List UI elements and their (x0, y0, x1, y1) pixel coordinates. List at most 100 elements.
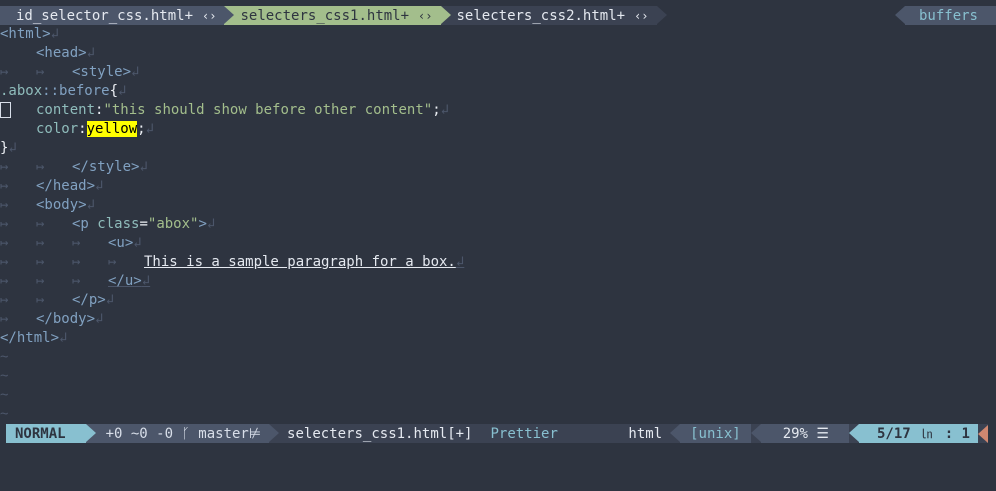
eol-icon: ↲ (59, 330, 68, 346)
code-line: <head>↲ (0, 44, 996, 63)
warning-indicator (978, 424, 988, 443)
eol-icon: ↲ (86, 45, 96, 61)
tab-selecters-css1[interactable]: selecters_css1.html+ ‹› (224, 6, 451, 25)
code-line: ↦ ↦ ↦ ↦ This is a sample paragraph for a box… (0, 253, 996, 272)
cursor-position: 5/17 ㏑: 1 (848, 424, 978, 443)
tab-icon: ↦ (108, 254, 117, 270)
tab-icon: ↦ (72, 235, 81, 251)
code-token: This is a sample paragraph for a box. (144, 254, 456, 270)
scroll-percent: 29% ☰ (750, 424, 849, 443)
code-token: <style> (72, 64, 132, 80)
eol-icon: ↲ (440, 102, 450, 118)
tabline-fill (656, 6, 905, 25)
tab-icon: ↦ (36, 235, 45, 251)
eol-icon: ↲ (139, 159, 148, 175)
file-format: [unix] (670, 424, 751, 443)
tab-icon: ↦ (36, 254, 45, 270)
code-line: }↲ (0, 139, 996, 158)
code-token: content (36, 102, 96, 118)
file-name: selecters_css1.html[+] (287, 425, 473, 442)
code-token: </html> (0, 330, 60, 346)
code-token: </style> (72, 159, 140, 175)
tab-id-selector-css[interactable]: id_selector_css.html+ ‹› (0, 6, 235, 25)
eol-icon: ↲ (131, 64, 140, 80)
eol-icon: ↲ (145, 121, 155, 137)
tab-label: id_selector_css.html+ (16, 7, 194, 24)
code-token: </u> (108, 273, 142, 289)
git-dirty-icon: ⊭ (248, 425, 262, 442)
tab-icon: ↦ (0, 197, 9, 213)
eol-icon: ↲ (95, 311, 104, 327)
formatter-name: Prettier (490, 425, 558, 442)
code-token: <u> (108, 235, 134, 251)
code-token: ; (137, 121, 146, 137)
eol-icon: ↲ (8, 140, 17, 156)
statusline: NORMAL +0 ~0 -0 ᚴ master ⊭ selecters_css1… (6, 424, 988, 443)
tab-icon: ↦ (0, 273, 9, 289)
tab-icon: ↦ (36, 273, 45, 289)
code-brackets-icon: ‹› (202, 8, 217, 23)
code-line: ↦ ↦ </style>↲ (0, 158, 996, 177)
eol-icon: ↲ (86, 197, 96, 213)
empty-line-marker: ~ (0, 349, 9, 365)
tab-icon: ↦ (0, 159, 9, 175)
code-token: { (109, 83, 119, 99)
code-line: .abox::before{↲ (0, 82, 996, 101)
tab-icon: ↦ (72, 254, 81, 270)
code-token: color (36, 121, 79, 137)
tab-separator (440, 6, 451, 24)
code-line: ↦ ↦ </p>↲ (0, 291, 996, 310)
eol-icon: ↲ (141, 273, 151, 289)
code-token: </body> (36, 311, 96, 327)
code-token: ::before (42, 83, 110, 99)
code-line: ↦ </body>↲ (0, 310, 996, 329)
eol-icon: ↲ (118, 83, 127, 99)
git-status: +0 ~0 -0 ᚴ master ⊭ (85, 424, 280, 443)
code-token: > (198, 216, 207, 232)
tab-icon: ↦ (36, 64, 45, 80)
tab-icon: ↦ (36, 159, 45, 175)
eol-icon: ↲ (455, 254, 465, 270)
tabline: id_selector_css.html+ ‹› selecters_css1.… (0, 6, 996, 25)
eol-icon: ↲ (95, 178, 104, 194)
code-token: .abox (0, 83, 43, 99)
eol-icon: ↲ (105, 292, 115, 308)
buffers-indicator[interactable]: buffers (894, 6, 996, 25)
code-line: ↦ ↦ <style>↲ (0, 63, 996, 82)
tab-label: selecters_css1.html+ (240, 7, 410, 24)
tab-icon: ↦ (0, 64, 9, 80)
tab-icon: ↦ (72, 273, 81, 289)
tab-icon: ↦ (36, 216, 45, 232)
code-token: </head> (36, 178, 96, 194)
tab-selecters-css2[interactable]: selecters_css2.html+ ‹› (440, 6, 667, 25)
code-line: ↦ ↦ ↦ <u>↲ (0, 234, 996, 253)
code-line: content:"this should show before other c… (0, 101, 996, 120)
code-token: <html> (0, 26, 51, 42)
code-line: ↦ </head>↲ (0, 177, 996, 196)
code-line: <html>↲ (0, 25, 996, 44)
tab-icon: ↦ (0, 178, 9, 194)
tab-separator (656, 6, 667, 24)
empty-line-marker: ~ (0, 368, 9, 384)
code-token: "this should show before other content" (103, 102, 433, 118)
code-token: <p (72, 216, 89, 232)
block-cursor (0, 102, 11, 118)
code-line: </html>↲ (0, 329, 996, 348)
statusline-separator (85, 424, 96, 442)
tab-icon: ↦ (0, 254, 9, 270)
tab-separator (224, 6, 235, 24)
code-brackets-icon: ‹› (634, 8, 649, 23)
code-token: <head> (36, 45, 87, 61)
tab-icon: ↦ (0, 292, 9, 308)
tab-icon: ↦ (36, 292, 45, 308)
code-line: ↦ ↦ <p class="abox">↲ (0, 216, 216, 232)
editor-buffer[interactable]: <html>↲ <head>↲ ↦ ↦ <style>↲ .abox::before… (0, 25, 996, 424)
code-line: ↦ <body>↲ (0, 196, 996, 215)
tab-label: selecters_css2.html+ (456, 7, 626, 24)
search-highlight: yellow (86, 121, 138, 137)
code-token: <body> (36, 197, 87, 213)
tab-icon: ↦ (0, 235, 9, 251)
tab-icon: ↦ (0, 216, 9, 232)
empty-line-marker: ~ (0, 406, 9, 422)
mode-indicator: NORMAL (6, 424, 96, 443)
